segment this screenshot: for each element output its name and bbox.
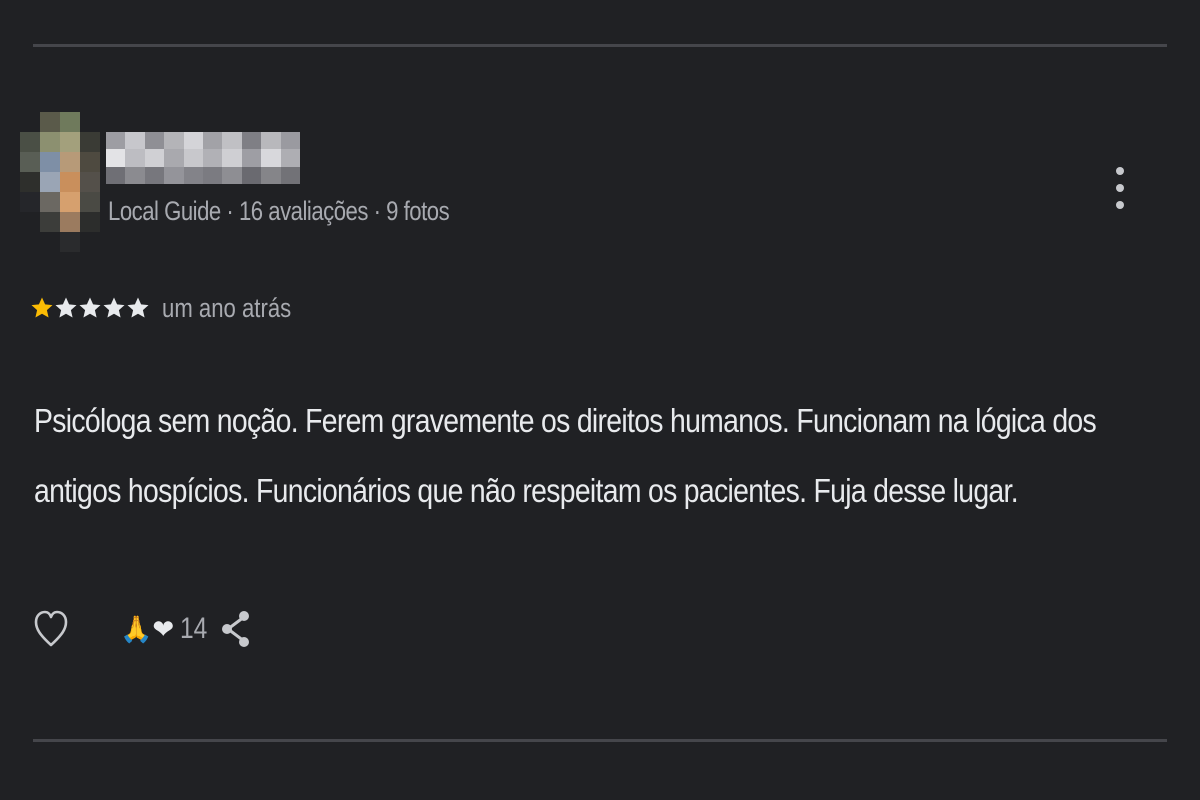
top-divider bbox=[33, 44, 1167, 47]
reviewer-name-pixelated[interactable] bbox=[106, 132, 300, 184]
star-empty-icon bbox=[127, 297, 149, 318]
heart-outline-icon bbox=[34, 610, 68, 647]
reviewer-meta: Local Guide · 16 avaliações · 9 fotos bbox=[108, 196, 450, 226]
rating-row: um ano atrás bbox=[30, 286, 320, 330]
share-icon bbox=[221, 611, 249, 647]
reactions[interactable]: 🙏❤ 14 bbox=[120, 612, 214, 646]
review-text: Psicóloga sem noção. Ferem gravemente os… bbox=[34, 402, 1097, 509]
star-rating bbox=[30, 296, 150, 320]
share-button[interactable] bbox=[218, 597, 254, 661]
star-filled-icon bbox=[31, 297, 53, 318]
more-options-button[interactable] bbox=[1104, 152, 1136, 224]
avatar[interactable] bbox=[20, 112, 100, 252]
star-empty-icon bbox=[79, 297, 101, 318]
star-empty-icon bbox=[55, 297, 77, 318]
reaction-count: 14 bbox=[180, 612, 208, 645]
review-time: um ano atrás bbox=[162, 292, 292, 323]
bottom-divider bbox=[33, 739, 1167, 742]
star-empty-icon bbox=[103, 297, 125, 318]
more-vertical-icon bbox=[1116, 167, 1124, 175]
review-actions: 🙏❤ 14 bbox=[30, 596, 254, 662]
like-button[interactable] bbox=[30, 597, 72, 661]
reaction-emojis: 🙏❤ bbox=[120, 614, 175, 644]
